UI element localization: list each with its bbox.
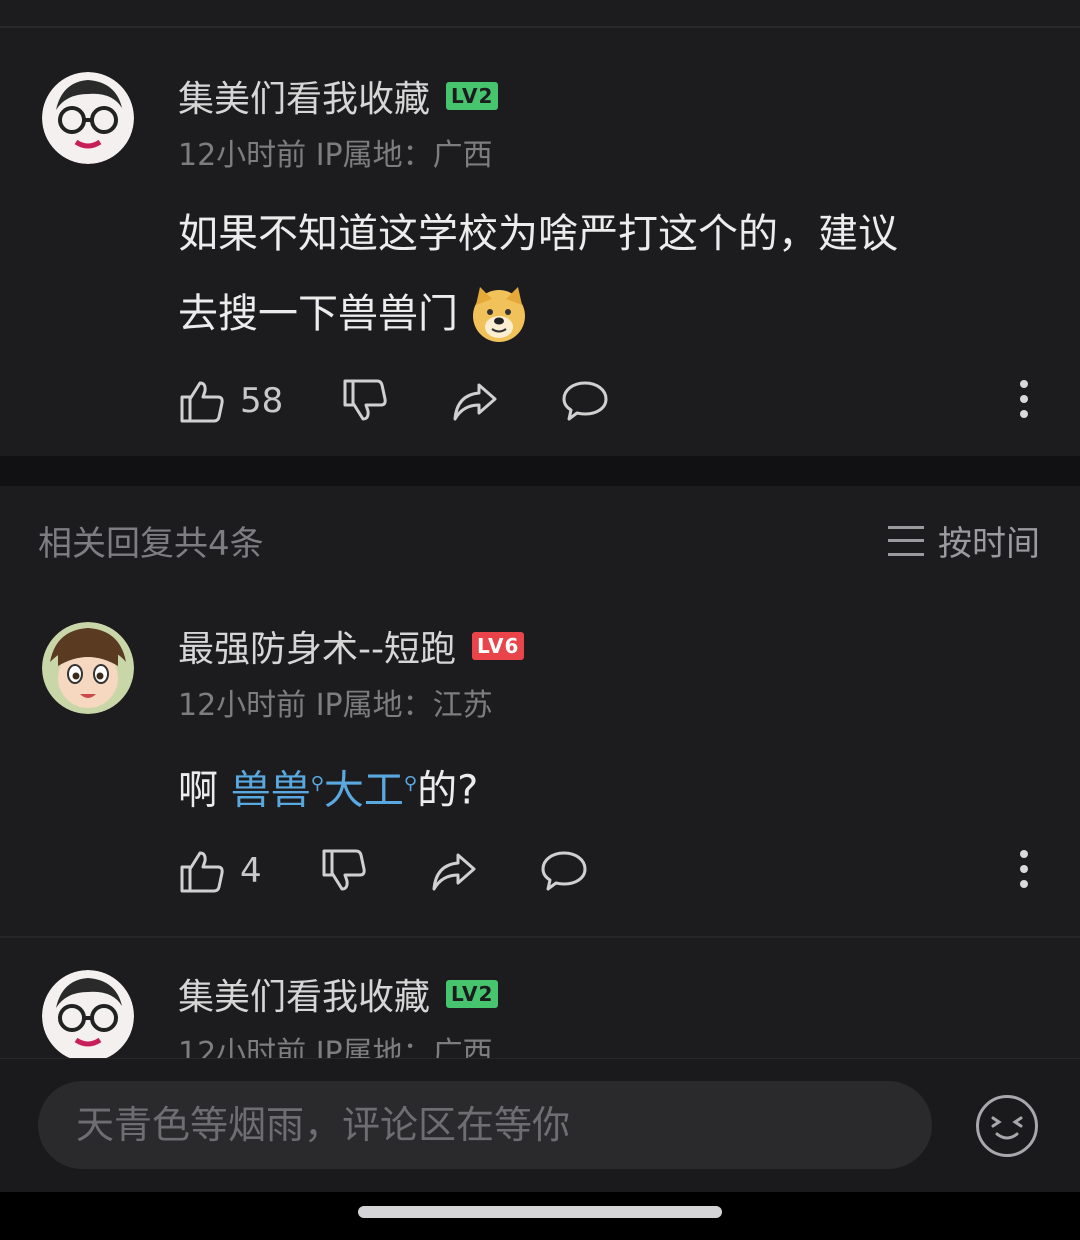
dislike-button[interactable] <box>320 847 368 895</box>
level-badge: LV6 <box>471 632 525 660</box>
comment-input[interactable]: 天青色等烟雨，评论区在等你 <box>38 1081 932 1169</box>
replies-count-header: 相关回复共4条 <box>38 524 264 564</box>
more-options-icon[interactable] <box>1018 850 1030 896</box>
thumbs-down-icon <box>322 849 366 891</box>
avatar[interactable] <box>42 72 134 164</box>
username-text[interactable]: 集美们看我收藏 <box>178 70 430 122</box>
comment-text-line: 如果不知道这学校为啥严打这个的，建议 <box>178 211 898 257</box>
top-divider <box>0 0 1080 28</box>
avatar[interactable] <box>42 970 134 1062</box>
home-indicator[interactable] <box>358 1206 722 1218</box>
username-text[interactable]: 最强防身术--短跑 <box>178 620 456 672</box>
username[interactable]: 最强防身术--短跑 LV6 <box>178 620 525 672</box>
reply-text: 啊 兽兽⚲大工⚲的? <box>178 744 1038 830</box>
share-button[interactable] <box>430 847 478 895</box>
thumbs-up-icon <box>180 381 224 423</box>
username[interactable]: 集美们看我收藏 LV2 <box>178 70 499 122</box>
level-badge: LV2 <box>446 980 499 1008</box>
comment-input-bar: 天青色等烟雨，评论区在等你 <box>0 1058 1080 1192</box>
reply-actions: 4 <box>178 846 588 896</box>
avatar[interactable] <box>42 622 134 714</box>
sort-label: 按时间 <box>938 524 1040 564</box>
dislike-button[interactable] <box>341 377 389 425</box>
reply-button[interactable] <box>540 847 588 895</box>
comment-actions: 58 <box>178 376 609 426</box>
like-button[interactable]: 4 <box>178 847 262 895</box>
comment-text-tail: 去搜一下兽兽门 <box>178 291 458 337</box>
more-options-icon[interactable] <box>1018 380 1030 426</box>
reply-divider <box>0 936 1080 938</box>
level-badge: LV2 <box>446 82 499 110</box>
comment-meta: 12小时前 IP属地：广西 <box>178 138 493 173</box>
username-text[interactable]: 集美们看我收藏 <box>178 968 430 1020</box>
sort-menu-icon <box>888 525 924 556</box>
doge-emoji-icon <box>470 285 528 343</box>
search-link-2[interactable]: 大工 <box>324 767 404 813</box>
chat-bubble-icon <box>541 851 587 891</box>
comment-text-line: 去搜一下兽兽门 <box>178 274 1038 354</box>
like-button[interactable]: 58 <box>178 377 283 425</box>
share-icon <box>453 383 497 421</box>
share-icon <box>432 853 476 891</box>
reply-text-suffix: 的? <box>417 767 479 814</box>
reply-meta: 12小时前 IP属地：江苏 <box>178 688 493 723</box>
system-nav-bar <box>0 1192 1080 1240</box>
reply-button[interactable] <box>561 377 609 425</box>
reply-text-prefix: 啊 <box>178 767 231 814</box>
section-divider <box>0 456 1080 486</box>
comment-text: 如果不知道这学校为啥严打这个的，建议 去搜一下兽兽门 <box>178 194 1038 354</box>
emoji-icon[interactable] <box>976 1095 1038 1157</box>
like-count: 4 <box>240 851 262 891</box>
username[interactable]: 集美们看我收藏 LV2 <box>178 968 499 1020</box>
thumbs-up-icon <box>180 851 224 893</box>
search-icon: ⚲ <box>310 773 324 794</box>
chat-bubble-icon <box>562 381 608 421</box>
sort-toggle[interactable]: 按时间 <box>888 516 1040 565</box>
like-count: 58 <box>240 381 284 421</box>
share-button[interactable] <box>451 377 499 425</box>
search-link-1[interactable]: 兽兽 <box>231 767 311 813</box>
search-icon: ⚲ <box>403 773 418 794</box>
thumbs-down-icon <box>343 379 387 421</box>
